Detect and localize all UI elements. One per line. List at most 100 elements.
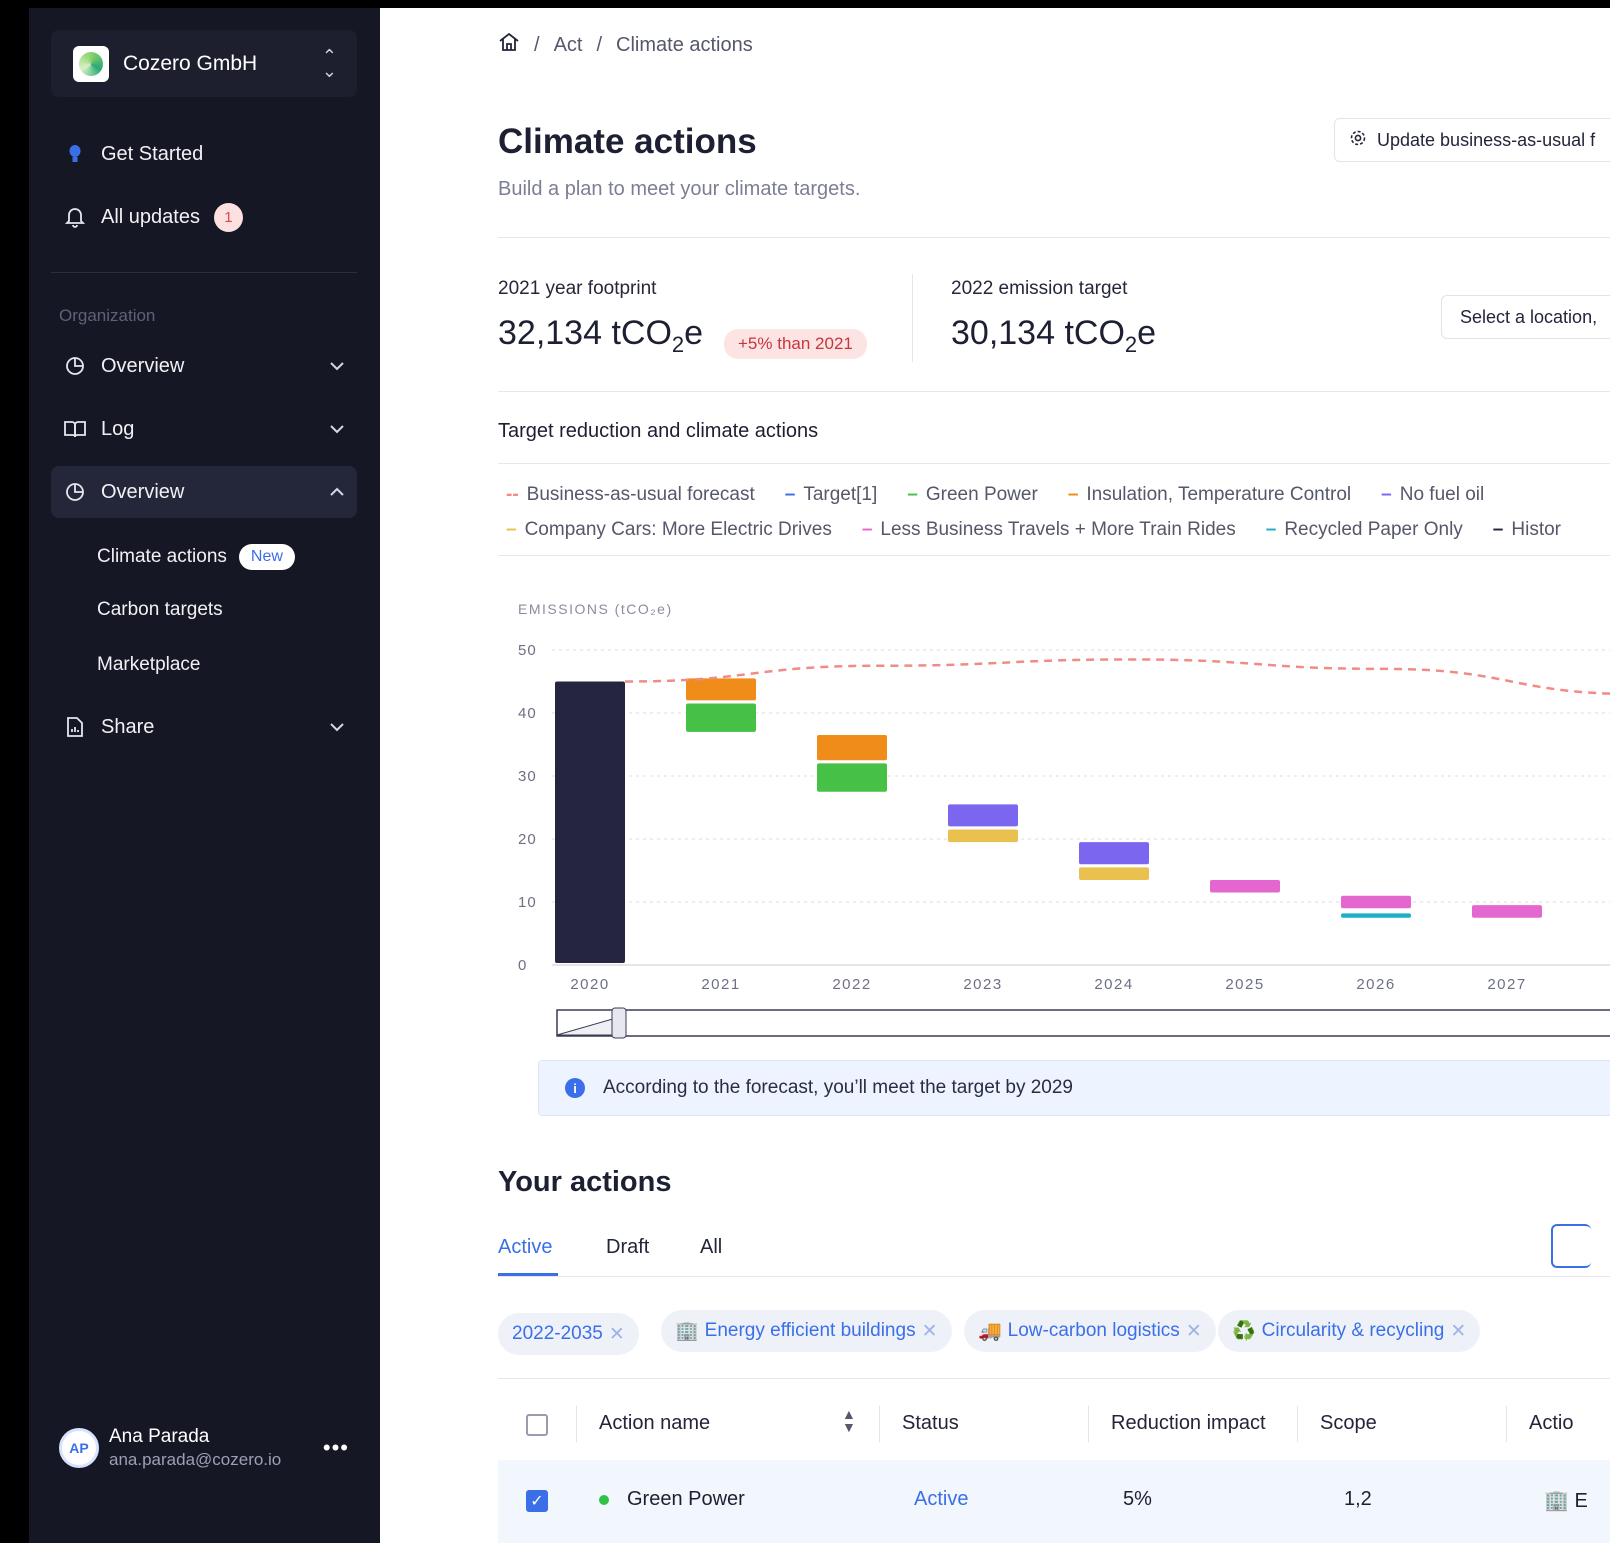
legend-item[interactable]: – Target[1]	[785, 484, 878, 506]
stat-separator	[912, 274, 913, 362]
tabs-extra-button[interactable]	[1551, 1224, 1591, 1268]
divider	[498, 1378, 1610, 1379]
close-icon[interactable]: ✕	[1450, 1320, 1466, 1343]
filter-chip-logistics[interactable]: 🚚 Low-carbon logistics ✕	[964, 1310, 1216, 1352]
your-actions-title: Your actions	[498, 1166, 672, 1198]
legend-item[interactable]: – Insulation, Temperature Control	[1068, 484, 1351, 506]
nav-share-label: Share	[101, 715, 155, 738]
legend-item[interactable]: – No fuel oil	[1381, 484, 1484, 506]
pie-chart-icon	[63, 480, 87, 504]
divider	[498, 1276, 1610, 1277]
legend-label: No fuel oil	[1399, 484, 1485, 505]
user-profile[interactable]: AP Ana Parada ana.parada@cozero.io •••	[59, 1426, 349, 1470]
close-icon[interactable]: ✕	[922, 1320, 938, 1343]
divider	[498, 391, 1610, 392]
org-switcher[interactable]: Cozero GmbH ⌃ ⌄	[51, 30, 357, 97]
bar-segment-2024	[1079, 867, 1149, 880]
column-action-name[interactable]: Action name	[599, 1412, 710, 1435]
tab-all[interactable]: All	[700, 1236, 722, 1259]
x-tick-label: 2020	[570, 976, 609, 993]
sub-item-marketplace-label: Marketplace	[97, 654, 201, 675]
filter-chip-buildings[interactable]: 🏢 Energy efficient buildings ✕	[661, 1310, 952, 1352]
row-action-name[interactable]: Green Power	[599, 1488, 745, 1511]
truck-icon: 🚚	[978, 1321, 1002, 1342]
footprint-label: 2021 year footprint	[498, 278, 657, 299]
x-tick-label: 2024	[1094, 976, 1133, 993]
sub-item-climate-actions[interactable]: Climate actions New	[97, 544, 295, 570]
column-action-category[interactable]: Actio	[1529, 1412, 1573, 1435]
more-icon[interactable]: •••	[323, 1435, 349, 1461]
tab-draft[interactable]: Draft	[606, 1236, 649, 1259]
filter-chip-circularity[interactable]: ♻️ Circularity & recycling ✕	[1218, 1310, 1481, 1352]
breadcrumb-separator: /	[596, 33, 603, 56]
bar-segment-2023	[948, 804, 1018, 827]
tab-active[interactable]: Active	[498, 1236, 552, 1259]
nav-log-label: Log	[101, 417, 135, 440]
nav-overview[interactable]: Overview	[51, 340, 357, 392]
legend-item[interactable]: -- Business-as-usual forecast	[506, 484, 755, 506]
info-icon: i	[565, 1078, 585, 1098]
legend-item[interactable]: – Company Cars: More Electric Drives	[506, 519, 832, 541]
sub-item-carbon-targets[interactable]: Carbon targets	[97, 599, 223, 621]
org-logo	[73, 45, 109, 82]
close-icon[interactable]: ✕	[609, 1323, 625, 1346]
legend-item[interactable]: – Green Power	[907, 484, 1038, 506]
nav-share[interactable]: Share	[51, 701, 357, 753]
row-checkbox[interactable]: ✓	[526, 1490, 548, 1512]
new-badge: New	[238, 544, 295, 570]
nav-act-overview[interactable]: Overview	[51, 466, 357, 518]
divider	[498, 237, 1610, 238]
nav-all-updates[interactable]: All updates 1	[51, 191, 357, 243]
update-bau-label: Update business-as-usual f	[1377, 129, 1596, 150]
target-label: 2022 emission target	[951, 278, 1128, 299]
legend-item[interactable]: – Histor	[1493, 519, 1561, 541]
row-scope: 1,2	[1344, 1488, 1372, 1510]
y-tick-label: 20	[518, 831, 537, 848]
column-separator	[576, 1406, 577, 1442]
filter-chip-label: Energy efficient buildings	[704, 1320, 916, 1341]
column-reduction-impact[interactable]: Reduction impact	[1111, 1412, 1266, 1435]
co2-subscript: 2	[1124, 331, 1138, 357]
legend-swatch: –	[1265, 519, 1277, 540]
location-select[interactable]: Select a location,	[1441, 295, 1610, 339]
legend-swatch: –	[907, 484, 918, 505]
column-separator	[879, 1406, 880, 1442]
legend-item[interactable]: – Less Business Travels + More Train Ride…	[862, 519, 1236, 541]
legend-swatch: –	[784, 484, 796, 505]
sort-icon[interactable]: ▲ ▼	[842, 1407, 856, 1434]
y-tick-label: 0	[518, 957, 527, 974]
update-bau-button[interactable]: Update business-as-usual f	[1334, 118, 1610, 162]
breadcrumb-act[interactable]: Act	[554, 34, 583, 57]
page-title: Climate actions	[498, 122, 757, 161]
home-icon[interactable]	[498, 32, 520, 58]
legend-item[interactable]: – Recycled Paper Only	[1266, 519, 1463, 541]
sidebar-divider	[51, 272, 357, 273]
nav-get-started[interactable]: Get Started	[51, 128, 357, 180]
legend-swatch: –	[1492, 519, 1504, 540]
x-tick-label: 2026	[1356, 976, 1395, 993]
close-icon[interactable]: ✕	[1186, 1320, 1202, 1343]
row-reduction-impact: 5%	[1123, 1488, 1152, 1510]
building-icon: 🏢	[675, 1321, 699, 1342]
column-status[interactable]: Status	[902, 1412, 959, 1435]
column-separator	[1088, 1406, 1089, 1442]
bar-segment-2021	[686, 678, 756, 701]
legend-swatch: –	[1381, 484, 1392, 505]
table-row[interactable]: ✓ Green Power Active 5% 1,2 🏢 E	[498, 1460, 1610, 1543]
legend-label: Less Business Travels + More Train Rides	[880, 519, 1236, 540]
range-slider-handle	[611, 1007, 627, 1039]
filter-chip-years[interactable]: 2022-2035 ✕	[498, 1313, 639, 1355]
y-axis-label: EMISSIONS (tCO₂e)	[518, 601, 673, 617]
column-scope[interactable]: Scope	[1320, 1412, 1377, 1435]
bar-segment-2025	[1210, 879, 1280, 893]
co2-subscript: 2	[671, 331, 685, 357]
sub-item-marketplace[interactable]: Marketplace	[97, 654, 201, 676]
breadcrumb-separator: /	[534, 33, 540, 56]
chevron-down-icon	[329, 354, 345, 377]
bar-segment-2023	[948, 829, 1018, 843]
nav-overview-label: Overview	[101, 354, 185, 377]
select-all-checkbox[interactable]	[526, 1414, 548, 1436]
x-tick-label: 2027	[1487, 976, 1526, 993]
nav-log[interactable]: Log	[51, 403, 357, 455]
gear-icon	[1349, 129, 1367, 152]
